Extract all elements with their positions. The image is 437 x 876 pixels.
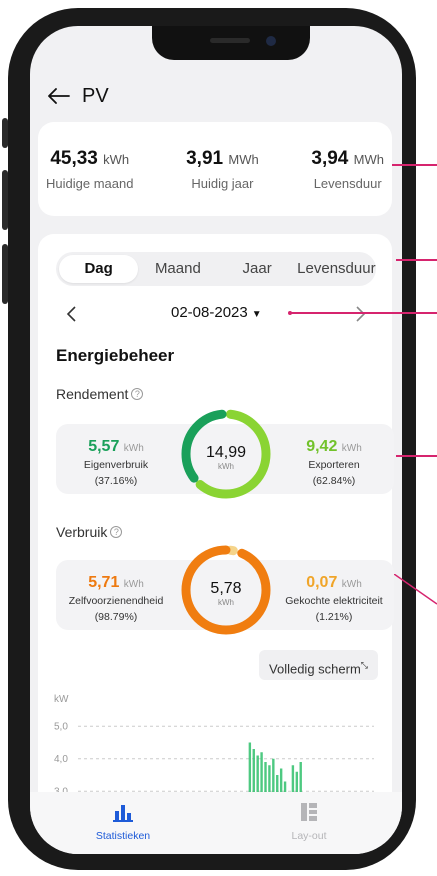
- y-tick-label: 5,0: [54, 721, 68, 732]
- annotation-dot: [288, 311, 292, 315]
- summary-unit: MWh: [228, 152, 259, 167]
- summary-unit: MWh: [353, 152, 384, 167]
- summary-label: Huidig jaar: [191, 176, 254, 191]
- self-sufficiency-value: 5,71: [88, 574, 120, 591]
- summary-current-year: 3,91 MWh Huidig jaar: [186, 122, 259, 216]
- section-title: Energiebeheer: [56, 346, 175, 365]
- export-value: 9,42: [306, 438, 338, 455]
- back-button[interactable]: [46, 83, 72, 109]
- annotation-line: [396, 455, 437, 457]
- self-consumption-percent: (37.16%): [94, 475, 138, 487]
- verbruik-title: Verbruik?: [56, 524, 123, 540]
- verbruik-total: 5,78 kWh: [198, 580, 254, 607]
- summary-current-month: 45,33 kWh Huidige maand: [46, 122, 133, 216]
- annotation-line: [394, 574, 437, 605]
- chevron-right-icon: [356, 306, 366, 322]
- energy-card: Dag Maand Jaar Levensduur 02-08-2023 ▼ En…: [38, 234, 394, 840]
- nav-label: Statistieken: [95, 830, 151, 842]
- fullscreen-button[interactable]: Volledig scherm⤡: [259, 650, 378, 680]
- date-value: 02-08-2023: [171, 304, 248, 321]
- rendement-card: 5,57 kWh Eigenverbruik (37.16%) 14,99 kW…: [56, 409, 394, 499]
- chevron-left-icon: [66, 306, 76, 322]
- nav-label: Lay-out: [291, 830, 327, 842]
- summary-label: Huidige maand: [46, 176, 134, 191]
- caret-down-icon: ▼: [251, 309, 262, 320]
- layout-icon: [301, 803, 317, 821]
- total-value: 5,78: [210, 580, 242, 597]
- self-sufficiency-label: Zelfvoorzienendheid: [68, 595, 164, 607]
- period-tabs: Dag Maand Jaar Levensduur: [56, 252, 376, 286]
- nav-layout[interactable]: Lay-out: [259, 802, 359, 854]
- summary-label: Levensduur: [313, 176, 382, 191]
- rendement-label: Rendement: [56, 386, 129, 402]
- annotation-line: [290, 312, 437, 314]
- unit: kWh: [123, 579, 144, 590]
- self-sufficiency: 5,71 kWh Zelfvoorzienendheid (98.79%): [56, 574, 176, 624]
- purchased-electricity: 0,07 kWh Gekochte elektriciteit (1.21%): [274, 574, 394, 624]
- verbruik-card: 5,71 kWh Zelfvoorzienendheid (98.79%) 5,…: [56, 545, 394, 635]
- screen: PV 45,33 kWh Huidige maand 3,91 MWh Huid…: [30, 26, 402, 854]
- mute-switch: [2, 118, 8, 148]
- export-label: Exporteren: [308, 459, 360, 471]
- page-title: PV: [82, 84, 109, 107]
- summary-value: 45,33: [50, 148, 98, 169]
- nav-statistics[interactable]: Statistieken: [73, 802, 173, 854]
- help-icon[interactable]: ?: [110, 526, 123, 538]
- y-axis-label: kW: [54, 694, 69, 705]
- bottom-nav: Statistieken Lay-out: [30, 792, 402, 854]
- rendement-total: 14,99 kWh: [198, 444, 254, 471]
- y-tick-label: 4,0: [54, 754, 68, 765]
- total-unit: kWh: [218, 598, 234, 607]
- summary-value: 3,91: [186, 148, 224, 169]
- speaker: [210, 38, 250, 43]
- annotation-line: [396, 259, 437, 261]
- self-sufficiency-percent: (98.79%): [94, 611, 138, 623]
- summary-lifetime: 3,94 MWh Levensduur: [311, 122, 384, 216]
- header: PV: [30, 76, 402, 116]
- annotation-line: [392, 164, 437, 166]
- export: 9,42 kWh Exporteren (62.84%): [274, 438, 394, 488]
- summary-card: 45,33 kWh Huidige maand 3,91 MWh Huidig …: [38, 122, 392, 216]
- rendement-title: Rendement?: [56, 386, 144, 402]
- front-camera: [266, 36, 276, 46]
- total-unit: kWh: [218, 462, 234, 471]
- unit: kWh: [341, 443, 362, 454]
- date-picker[interactable]: 02-08-2023 ▼: [171, 304, 262, 321]
- verbruik-label: Verbruik: [56, 524, 108, 540]
- summary-unit: kWh: [103, 152, 130, 167]
- tab-lifetime[interactable]: Levensduur: [297, 255, 376, 283]
- unit: kWh: [123, 443, 144, 454]
- next-date-button[interactable]: [350, 304, 370, 324]
- tab-day[interactable]: Dag: [59, 255, 139, 283]
- unit: kWh: [341, 579, 362, 590]
- purchased-percent: (1.21%): [315, 611, 353, 623]
- fullscreen-label: Volledig scherm: [269, 661, 361, 677]
- volume-down-button: [2, 244, 8, 304]
- previous-date-button[interactable]: [62, 304, 82, 324]
- self-consumption-value: 5,57: [88, 438, 120, 455]
- total-value: 14,99: [205, 444, 247, 461]
- export-percent: (62.84%): [312, 475, 356, 487]
- expand-icon: ⤡: [360, 660, 368, 670]
- help-icon[interactable]: ?: [131, 388, 144, 400]
- self-consumption: 5,57 kWh Eigenverbruik (37.16%): [56, 438, 176, 488]
- date-selector: 02-08-2023 ▼: [56, 302, 374, 326]
- tab-year[interactable]: Jaar: [218, 255, 297, 283]
- tab-month[interactable]: Maand: [138, 255, 217, 283]
- notch: [152, 26, 310, 60]
- bar-chart-icon: [113, 805, 133, 822]
- volume-up-button: [2, 170, 8, 230]
- self-consumption-label: Eigenverbruik: [83, 459, 149, 471]
- arrow-left-icon: [48, 88, 70, 104]
- purchased-label: Gekochte elektriciteit: [285, 595, 383, 607]
- purchased-value: 0,07: [306, 574, 338, 591]
- summary-value: 3,94: [311, 148, 349, 169]
